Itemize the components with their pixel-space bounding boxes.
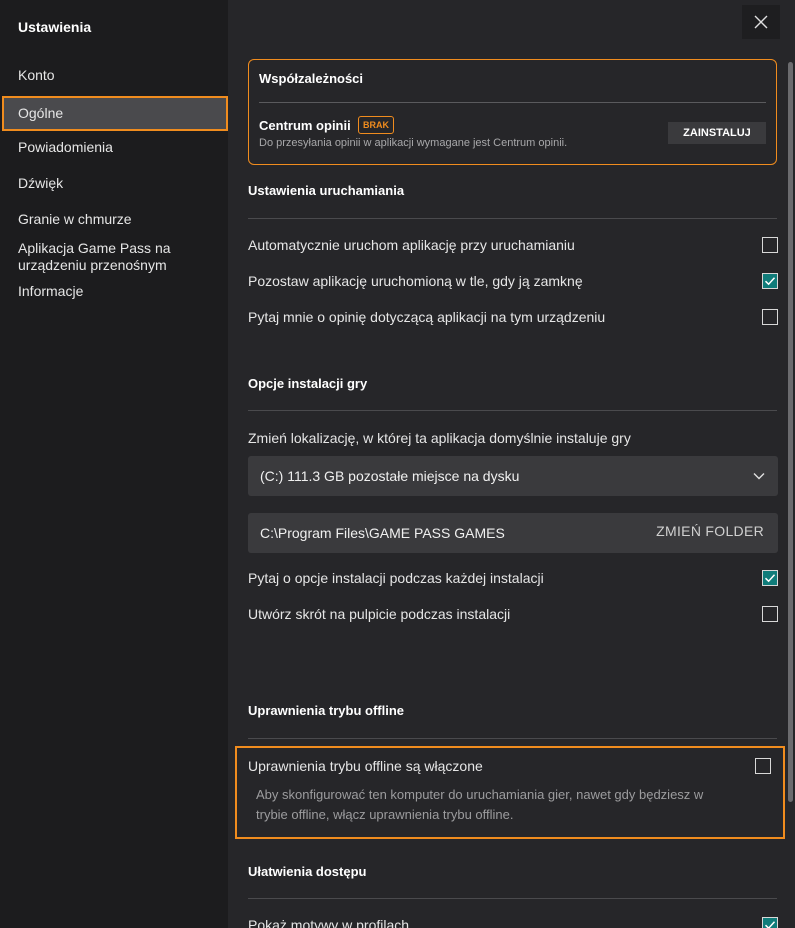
ask-install-options-label: Pytaj o opcje instalacji podczas każdej … — [248, 570, 544, 586]
desktop-shortcut-label: Utwórz skrót na pulpicie podczas instala… — [248, 606, 511, 622]
divider — [248, 410, 777, 411]
offline-permissions-description: Aby skonfigurować ten komputer do urucha… — [256, 787, 704, 822]
close-icon — [754, 15, 768, 29]
show-profile-themes-checkbox[interactable] — [762, 917, 778, 928]
change-folder-button[interactable]: ZMIEŃ FOLDER — [656, 523, 764, 539]
offline-section-title: Uprawnienia trybu offline — [248, 703, 405, 718]
run-in-background-checkbox[interactable] — [762, 273, 778, 289]
settings-main: Współzależności Centrum opinii BRAK Do p… — [228, 0, 795, 928]
startup-section-title: Ustawienia uruchamiania — [248, 183, 405, 198]
scrollbar[interactable] — [788, 62, 793, 802]
auto-start-label: Automatycznie uruchom aplikację przy uru… — [248, 237, 575, 253]
sidebar-item-ogolne[interactable]: Ogólne — [2, 96, 228, 131]
drive-select[interactable]: (C:) 111.3 GB pozostałe miejsce na dysku — [248, 456, 778, 496]
ask-install-options-checkbox[interactable] — [762, 570, 778, 586]
accessibility-section-title: Ułatwienia dostępu — [248, 864, 367, 879]
status-badge: BRAK — [358, 116, 394, 134]
close-button[interactable] — [742, 5, 780, 39]
checkmark-icon — [764, 574, 776, 583]
sidebar-item-granie-w-chmurze[interactable]: Granie w chmurze — [0, 211, 228, 228]
show-profile-themes-label: Pokaż motywy w profilach — [248, 917, 410, 928]
offline-permissions-panel: Uprawnienia trybu offline są włączone Ab… — [235, 746, 785, 839]
divider — [259, 102, 766, 103]
sidebar: Ustawienia Konto Ogólne Powiadomienia Dź… — [0, 0, 228, 928]
install-button[interactable]: ZAINSTALUJ — [668, 122, 766, 144]
install-location-label: Zmień lokalizację, w której ta aplikacja… — [248, 430, 631, 446]
ask-feedback-label: Pytaj mnie o opinię dotyczącą aplikacji … — [248, 309, 606, 325]
ask-feedback-checkbox[interactable] — [762, 309, 778, 325]
divider — [248, 738, 777, 739]
dependencies-panel: Współzależności Centrum opinii BRAK Do p… — [248, 59, 777, 165]
install-folder-field: C:\Program Files\GAME PASS GAMES ZMIEŃ F… — [248, 513, 778, 553]
run-in-background-label: Pozostaw aplikację uruchomioną w tle, gd… — [248, 273, 583, 289]
auto-start-checkbox[interactable] — [762, 237, 778, 253]
offline-permissions-label: Uprawnienia trybu offline są włączone — [248, 758, 483, 774]
dependency-name: Centrum opinii — [259, 118, 351, 133]
drive-select-value: (C:) 111.3 GB pozostałe miejsce na dysku — [260, 468, 520, 484]
offline-permissions-checkbox[interactable] — [755, 758, 771, 774]
sidebar-item-dzwiek[interactable]: Dźwięk — [0, 175, 228, 192]
sidebar-item-powiadomienia[interactable]: Powiadomienia — [0, 139, 228, 156]
install-folder-path: C:\Program Files\GAME PASS GAMES — [260, 525, 505, 541]
install-section-title: Opcje instalacji gry — [248, 376, 368, 391]
desktop-shortcut-checkbox[interactable] — [762, 606, 778, 622]
dependency-description: Do przesyłania opinii w aplikacji wymaga… — [259, 137, 568, 149]
checkmark-icon — [764, 277, 776, 286]
checkmark-icon — [764, 921, 776, 928]
sidebar-item-informacje[interactable]: Informacje — [0, 283, 228, 300]
sidebar-item-konto[interactable]: Konto — [0, 67, 228, 84]
sidebar-item-game-pass-mobile[interactable]: Aplikacja Game Pass na urządzeniu przeno… — [0, 240, 200, 274]
dependencies-title: Współzależności — [259, 71, 364, 86]
divider — [248, 218, 777, 219]
chevron-down-icon — [753, 473, 765, 480]
divider — [248, 898, 777, 899]
sidebar-title: Ustawienia — [18, 19, 92, 35]
